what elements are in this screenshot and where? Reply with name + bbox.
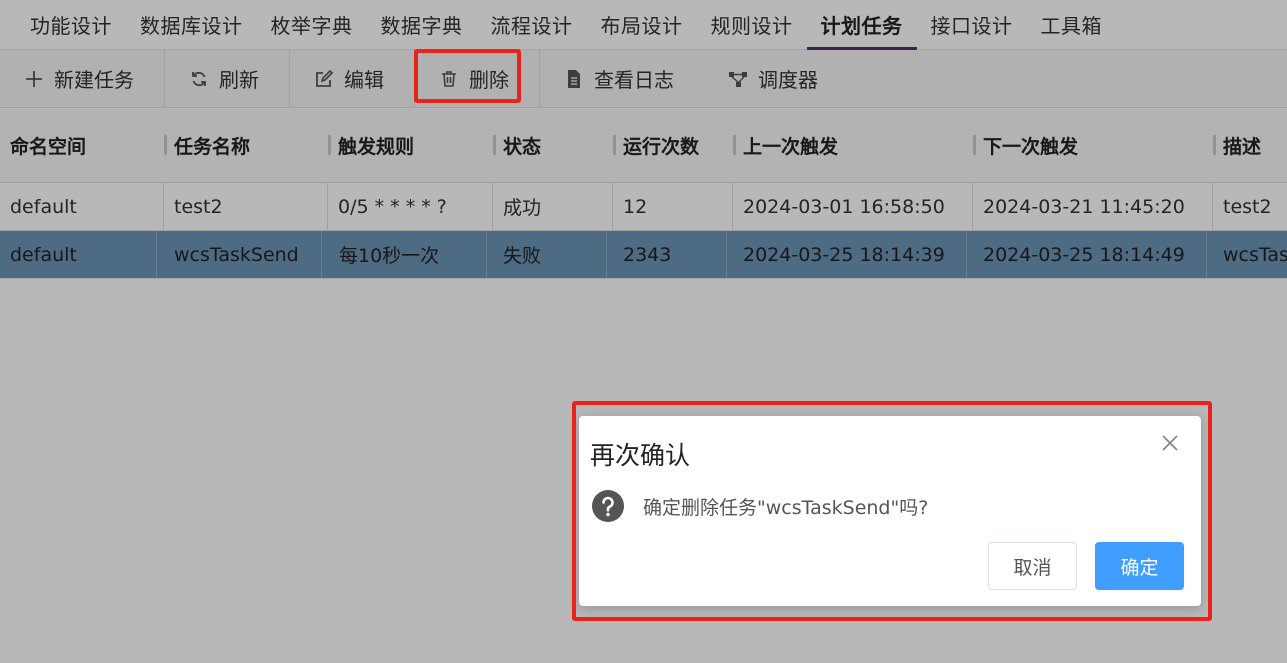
close-icon[interactable] [1159, 432, 1181, 454]
dialog-title: 再次确认 [590, 441, 691, 470]
confirm-button[interactable]: 确定 [1095, 542, 1184, 590]
dialog-message: 确定删除任务"wcsTaskSend"吗? [643, 497, 929, 519]
confirm-dialog: 再次确认 确定删除任务"wcsTaskSend"吗? 取消 确定 [579, 416, 1201, 606]
question-icon [592, 490, 624, 522]
cancel-button[interactable]: 取消 [988, 542, 1077, 590]
